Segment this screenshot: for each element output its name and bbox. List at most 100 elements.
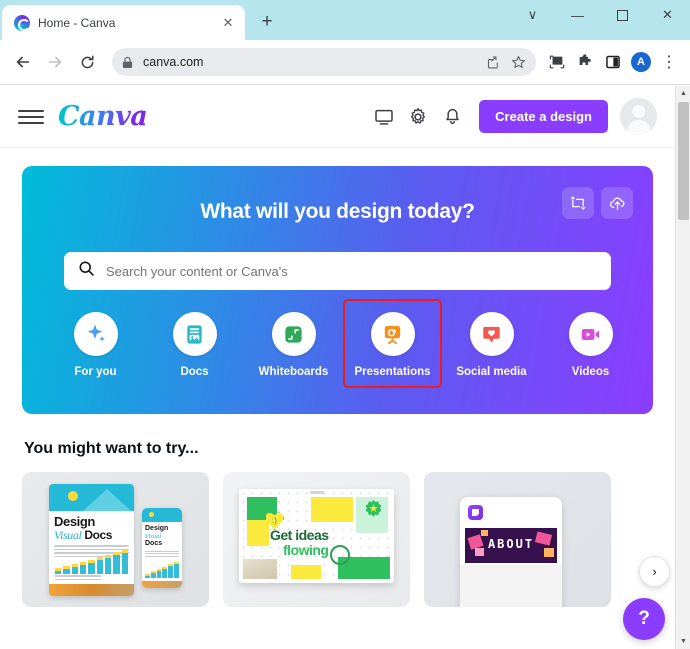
scrollbar-thumb[interactable] — [678, 102, 689, 220]
back-button[interactable] — [8, 47, 38, 77]
poster-heading-bold: Docs — [84, 527, 113, 542]
frame-notch — [309, 491, 324, 494]
create-a-design-button[interactable]: Create a design — [479, 100, 608, 133]
browser-window: Home - Canva ✕ + ∨ — ✕ canva.com A ⋮ Can… — [0, 0, 690, 649]
monitor-icon[interactable] — [367, 100, 401, 134]
address-bar[interactable]: canva.com — [112, 48, 536, 76]
close-window-button[interactable]: ✕ — [645, 0, 690, 30]
search-icon — [78, 260, 95, 282]
try-section-title: You might want to try... — [24, 440, 199, 457]
phone-body-lines — [145, 550, 179, 557]
bookmark-star-icon[interactable] — [511, 55, 526, 70]
canva-logo[interactable]: Canva — [58, 101, 148, 132]
whiteboard-icon — [271, 312, 316, 356]
share-icon[interactable] — [486, 55, 501, 70]
whiteboard-text-line1: Get ideas — [270, 527, 329, 543]
photo-block — [243, 559, 277, 579]
tab-search-icon[interactable]: ∨ — [510, 0, 555, 30]
close-tab-icon[interactable]: ✕ — [219, 14, 237, 32]
confetti-shape — [544, 548, 554, 557]
twitch-page-body — [460, 565, 562, 607]
yellow-block-top — [311, 497, 353, 522]
search-bar[interactable] — [64, 252, 611, 290]
page-content: What will you design today? For you — [0, 148, 675, 607]
visual-docs-card[interactable]: Design Visual Docs Design Visual Docs — [22, 472, 209, 607]
confetti-shape — [475, 548, 484, 556]
phone-sky — [142, 508, 182, 522]
whiteboard-card[interactable]: ★ :) Get ideas flowing — [223, 472, 410, 607]
page-scrollbar[interactable]: ▲ ▼ — [675, 86, 690, 649]
reload-button[interactable] — [72, 47, 102, 77]
phone-bar-chart — [145, 562, 179, 578]
phone-heading-1: Design — [145, 525, 169, 532]
canva-favicon-icon — [14, 14, 30, 31]
custom-size-icon[interactable] — [562, 187, 594, 219]
sparkle-icon — [73, 312, 118, 356]
try-cards-row: Design Visual Docs Design Visual Docs ★ … — [22, 472, 653, 607]
browser-toolbar: canva.com A ⋮ — [0, 40, 690, 85]
hero-action-buttons — [562, 187, 633, 219]
phone-thumbnail: Design Visual Docs — [142, 508, 182, 588]
poster-sky — [49, 484, 134, 511]
phone-footer-image — [142, 581, 182, 588]
profile-avatar-button[interactable]: A — [628, 49, 654, 75]
about-banner: ABOUT — [465, 528, 557, 563]
scribble-icon — [330, 545, 350, 565]
extensions-icon[interactable] — [572, 49, 598, 75]
phone-heading-italic: Visual — [145, 532, 162, 540]
poster-legend — [55, 575, 101, 582]
scroll-down-icon[interactable]: ▼ — [676, 634, 690, 649]
minimize-button[interactable]: — — [555, 0, 600, 30]
category-row: For you Docs Whiteboards Presentations S… — [44, 299, 631, 388]
canva-home-page: Canva Create a design What will you desi… — [0, 86, 675, 649]
yellow-block-bottom — [291, 565, 321, 579]
category-social-media[interactable]: Social media — [442, 312, 541, 378]
new-tab-button[interactable]: + — [253, 8, 281, 36]
window-controls: ∨ — ✕ — [510, 0, 690, 30]
bell-icon[interactable] — [435, 100, 469, 134]
maximize-button[interactable] — [600, 0, 645, 30]
video-icon — [568, 312, 613, 356]
category-label: Whiteboards — [258, 366, 329, 378]
phone-heading-2: Visual — [145, 533, 182, 540]
browser-menu-icon[interactable]: ⋮ — [656, 49, 682, 75]
phone-heading-3: Docs — [145, 539, 163, 547]
side-panel-icon[interactable] — [600, 49, 626, 75]
category-presentations[interactable]: Presentations — [343, 299, 442, 388]
category-label: Social media — [456, 366, 527, 378]
twitch-logo-icon — [468, 505, 483, 520]
category-print[interactable]: Prin — [640, 312, 653, 378]
confetti-shape — [534, 531, 553, 546]
tab-title: Home - Canva — [38, 15, 116, 30]
lock-icon — [122, 56, 133, 69]
category-label: For you — [74, 366, 117, 378]
category-docs[interactable]: Docs — [145, 312, 244, 378]
forward-button[interactable] — [40, 47, 70, 77]
about-banner-text: ABOUT — [487, 537, 535, 551]
category-for-you[interactable]: For you — [46, 312, 145, 378]
poster-heading-italic: Visual — [54, 527, 82, 542]
canva-header: Canva Create a design — [0, 86, 675, 148]
hamburger-menu-icon[interactable] — [18, 104, 44, 130]
account-avatar[interactable] — [620, 98, 657, 135]
profile-initial: A — [631, 52, 651, 72]
upload-icon[interactable] — [601, 187, 633, 219]
poster-bar-chart — [55, 548, 128, 574]
help-button[interactable]: ? — [623, 598, 665, 640]
sun-icon — [68, 491, 78, 501]
twitch-about-card[interactable]: ABOUT — [424, 472, 611, 607]
next-cards-button[interactable]: › — [639, 556, 670, 587]
browser-tab[interactable]: Home - Canva ✕ — [2, 5, 245, 40]
gear-icon[interactable] — [401, 100, 435, 134]
category-label: Presentations — [354, 366, 431, 378]
poster-heading-1: Design — [54, 514, 95, 529]
search-input[interactable] — [106, 263, 597, 279]
yellow-block-left — [247, 520, 269, 546]
screenshot-icon[interactable] — [544, 49, 570, 75]
category-videos[interactable]: Videos — [541, 312, 640, 378]
hero-banner: What will you design today? For you — [22, 166, 653, 414]
whiteboard-text-line2: flowing — [283, 542, 329, 558]
poster-heading-2: Visual Docs — [54, 527, 134, 542]
scroll-up-icon[interactable]: ▲ — [676, 86, 690, 101]
category-whiteboards[interactable]: Whiteboards — [244, 312, 343, 378]
